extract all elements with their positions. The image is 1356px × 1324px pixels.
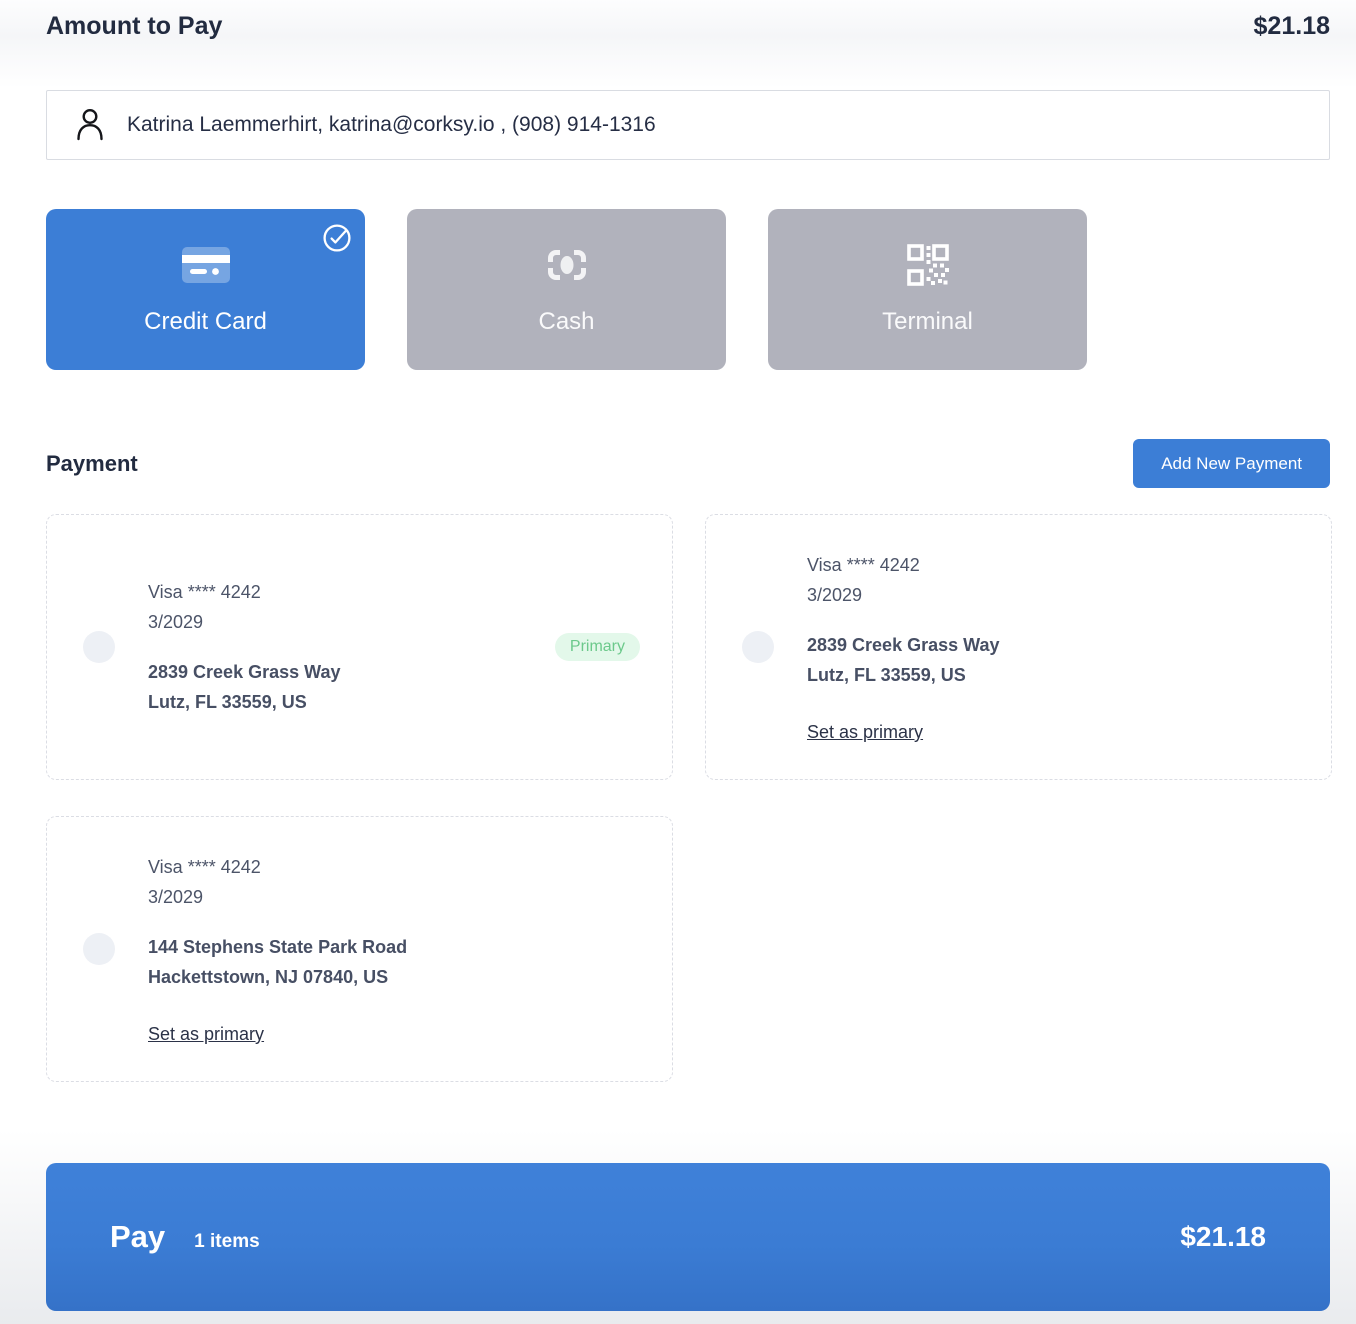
card-expiry: 3/2029 <box>148 887 204 907</box>
person-icon <box>71 105 109 145</box>
header: Amount to Pay $21.18 <box>0 0 1356 54</box>
pay-items-count: 1 items <box>194 1231 260 1252</box>
customer-input[interactable]: Katrina Laemmerhirt, katrina@corksy.io ,… <box>46 90 1330 160</box>
set-as-primary-link[interactable]: Set as primary <box>148 1022 264 1046</box>
payment-section-header: Payment Add New Payment <box>46 439 1330 488</box>
card-number: Visa **** 4242 <box>807 555 920 575</box>
card-details: Visa **** 4242 3/2029 2839 Creek Grass W… <box>807 550 999 744</box>
customer-text: Katrina Laemmerhirt, katrina@corksy.io ,… <box>127 113 656 136</box>
method-label-terminal: Terminal <box>882 307 973 335</box>
card-address-line2: Lutz, FL 33559, US <box>807 665 966 685</box>
card-expiry: 3/2029 <box>148 612 204 632</box>
card-address-line1: 144 Stephens State Park Road <box>148 937 408 957</box>
card-number: Visa **** 4242 <box>148 857 261 877</box>
card-expiry: 3/2029 <box>807 585 863 605</box>
card-address-line2: Hackettstown, NJ 07840, US <box>148 967 389 987</box>
card-number: Visa **** 4242 <box>148 582 261 602</box>
checkout-page: Amount to Pay $21.18 Katrina Laemmerhirt… <box>0 0 1356 1324</box>
primary-badge: Primary <box>554 633 640 661</box>
method-cash[interactable]: Cash <box>407 209 726 370</box>
pay-button[interactable]: Pay 1 items $21.18 <box>46 1163 1330 1311</box>
card-details: Visa **** 4242 3/2029 144 Stephens State… <box>148 852 407 1046</box>
card-address-line1: 2839 Creek Grass Way <box>148 662 341 682</box>
qr-code-icon <box>906 243 949 286</box>
page-title: Amount to Pay <box>46 12 223 40</box>
card-radio[interactable] <box>83 631 115 663</box>
saved-card-primary[interactable]: Visa **** 4242 3/2029 2839 Creek Grass W… <box>46 514 673 780</box>
payment-section-title: Payment <box>46 450 138 476</box>
check-circle-icon <box>322 223 352 253</box>
header-amount: $21.18 <box>1253 12 1330 40</box>
set-as-primary-link[interactable]: Set as primary <box>807 720 923 744</box>
method-label-credit-card: Credit Card <box>144 307 267 335</box>
card-address-line1: 2839 Creek Grass Way <box>807 635 1000 655</box>
saved-cards-grid: Visa **** 4242 3/2029 2839 Creek Grass W… <box>46 514 1332 1082</box>
card-details: Visa **** 4242 3/2029 2839 Creek Grass W… <box>148 577 340 717</box>
card-radio[interactable] <box>742 631 774 663</box>
pay-amount: $21.18 <box>1180 1221 1266 1252</box>
pay-label: Pay <box>110 1219 166 1254</box>
saved-card[interactable]: Visa **** 4242 3/2029 144 Stephens State… <box>46 816 673 1082</box>
method-label-cash: Cash <box>538 307 595 335</box>
method-terminal[interactable]: Terminal <box>768 209 1087 370</box>
pay-button-left: Pay 1 items <box>110 1219 260 1255</box>
card-radio[interactable] <box>83 933 115 965</box>
cash-icon <box>547 244 587 286</box>
saved-card[interactable]: Visa **** 4242 3/2029 2839 Creek Grass W… <box>705 514 1332 780</box>
card-address-line2: Lutz, FL 33559, US <box>148 692 307 712</box>
add-new-payment-button[interactable]: Add New Payment <box>1133 439 1330 488</box>
payment-methods: Credit Card Cash Terminal <box>46 209 1330 370</box>
method-credit-card[interactable]: Credit Card <box>46 209 365 370</box>
credit-card-icon <box>181 244 230 286</box>
